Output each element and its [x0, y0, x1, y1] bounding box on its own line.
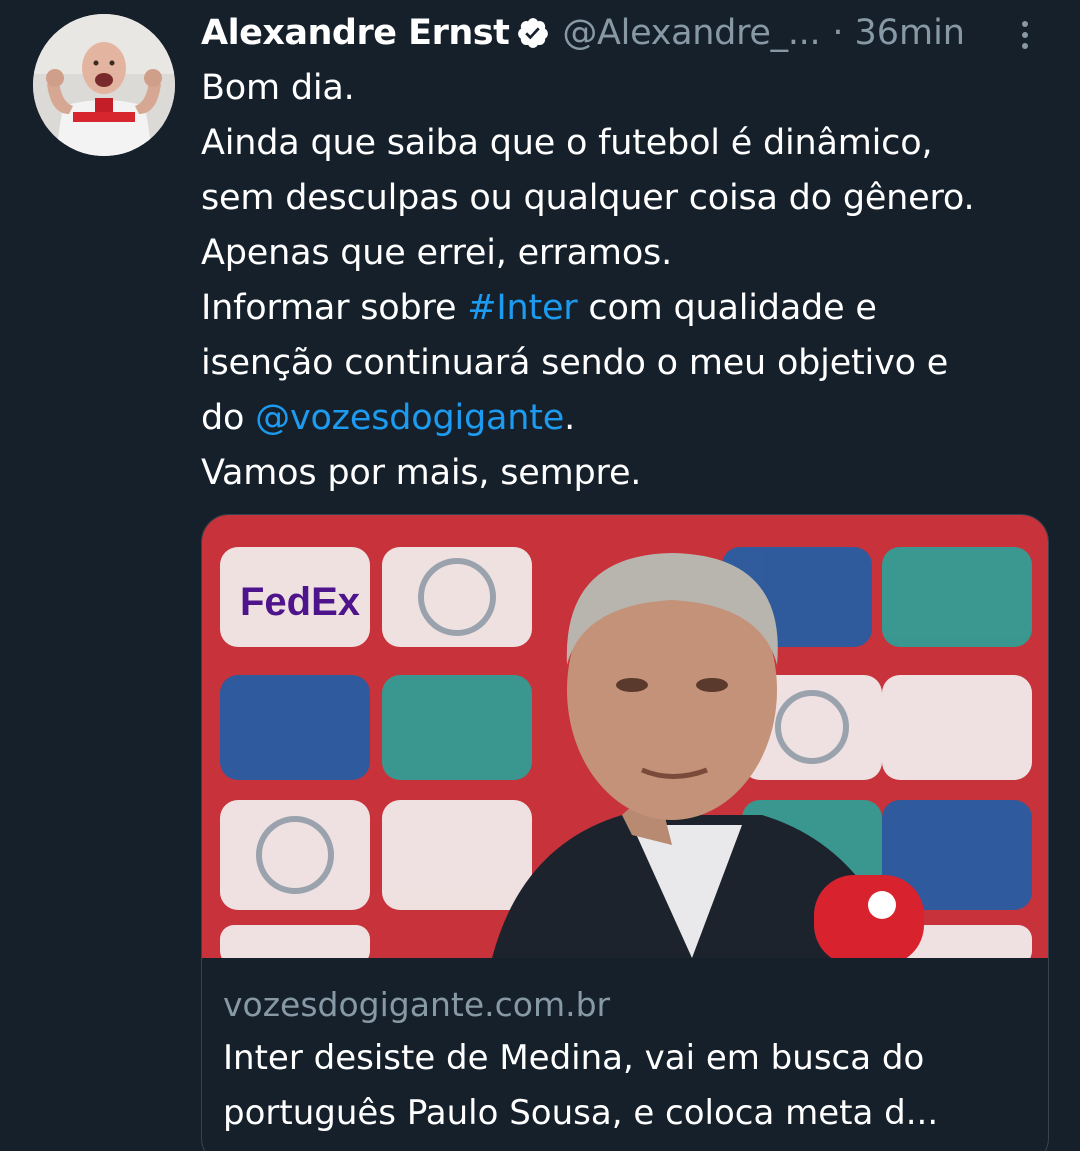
- avatar-photo: [33, 14, 175, 156]
- text-segment: .: [564, 398, 576, 438]
- tweet-text-line: Informar sobre #Inter com qualidade e: [201, 281, 1061, 336]
- card-domain: vozesdogigante.com.br: [223, 985, 611, 1024]
- author-handle[interactable]: @Alexandre_...: [562, 13, 820, 53]
- hashtag-link[interactable]: #Inter: [467, 288, 577, 328]
- card-image: FedEx: [202, 515, 1048, 958]
- mention-link[interactable]: @vozesdogigante: [255, 398, 564, 438]
- card-title-line: português Paulo Sousa, e coloca meta d..…: [223, 1093, 939, 1133]
- tweet-text-line: do @vozesdogigante.: [201, 391, 1061, 446]
- text-segment: com qualidade e: [577, 288, 877, 328]
- tweet-text-line: sem desculpas ou qualquer coisa do gêner…: [201, 178, 975, 218]
- timestamp[interactable]: 36min: [854, 13, 965, 53]
- card-image-logo: FedEx: [240, 580, 360, 624]
- tweet-text-line: Vamos por mais, sempre.: [201, 453, 642, 493]
- verified-badge-icon: [516, 16, 550, 50]
- card-title-line: Inter desiste de Medina, vai em busca do: [223, 1038, 925, 1078]
- tweet-text-line: Bom dia.: [201, 68, 355, 108]
- text-segment: do: [201, 398, 256, 438]
- tweet[interactable]: Alexandre Ernst @Alexandre_... · 36min B…: [0, 0, 1080, 1151]
- tweet-text-line: Apenas que errei, erramos.: [201, 233, 672, 273]
- tweet-text: Bom dia. Ainda que saiba que o futebol é…: [201, 61, 1061, 501]
- tweet-header: Alexandre Ernst @Alexandre_... · 36min: [201, 8, 965, 58]
- tweet-text-line: Ainda que saiba que o futebol é dinâmico…: [201, 123, 933, 163]
- link-preview-card[interactable]: FedEx vozesdogigante.com.br Inter desist…: [201, 514, 1049, 1151]
- author-display-name[interactable]: Alexandre Ernst: [201, 13, 510, 53]
- separator-dot: ·: [832, 13, 844, 53]
- card-text: vozesdogigante.com.br Inter desiste de M…: [223, 979, 1038, 1141]
- more-vertical-icon[interactable]: [1017, 20, 1033, 50]
- avatar[interactable]: [33, 14, 175, 156]
- tweet-text-line: isenção continuará sendo o meu objetivo …: [201, 343, 949, 383]
- text-segment: Informar sobre: [201, 288, 468, 328]
